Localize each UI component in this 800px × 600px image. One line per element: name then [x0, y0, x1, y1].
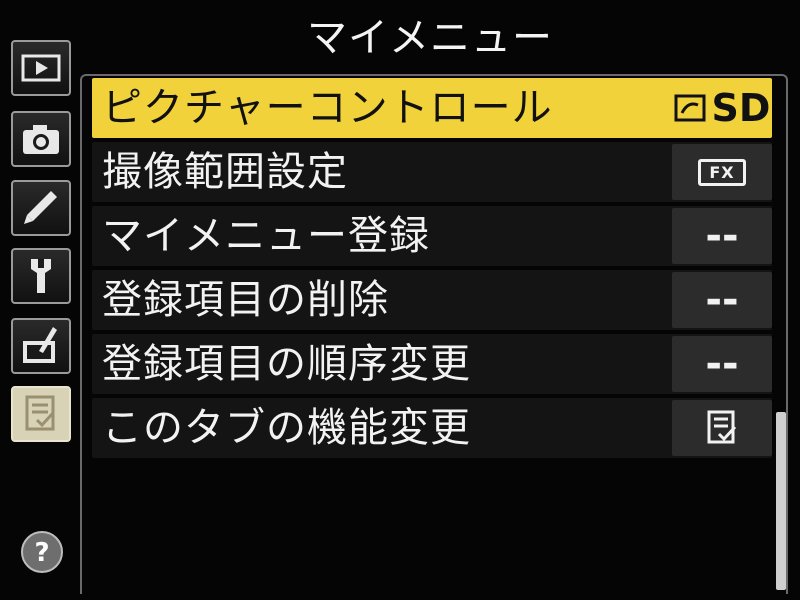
menu-item-rank-items[interactable]: 登録項目の順序変更 --: [92, 334, 772, 394]
help-button[interactable]: ?: [18, 528, 66, 576]
menu-item-value: FX: [672, 144, 772, 200]
my-menu-icon: [707, 410, 737, 444]
picture-control-icon: [674, 94, 706, 122]
camera-icon: [23, 125, 59, 154]
menu-item-label: 登録項目の順序変更: [102, 341, 471, 387]
menu-item-label: このタブの機能変更: [102, 405, 471, 451]
tab-playback[interactable]: [11, 40, 71, 96]
playback-icon: [21, 54, 61, 82]
menu-item-add-items[interactable]: マイメニュー登録 --: [92, 206, 772, 266]
tab-retouch[interactable]: [11, 318, 71, 374]
menu-item-remove-items[interactable]: 登録項目の削除 --: [92, 270, 772, 330]
retouch-icon: [23, 327, 57, 363]
my-menu-icon: [25, 395, 55, 431]
menu-item-value: --: [672, 336, 772, 392]
menu-item-label: ピクチャーコントロール: [102, 85, 553, 131]
tab-setup[interactable]: [11, 248, 71, 304]
pencil-icon: [24, 191, 57, 224]
wrench-icon: [31, 259, 51, 293]
menu-item-label: マイメニュー登録: [102, 213, 430, 259]
menu-item-label: 登録項目の削除: [102, 277, 389, 323]
scrollbar[interactable]: [776, 412, 786, 590]
tab-shooting[interactable]: [11, 111, 71, 167]
tab-custom-settings[interactable]: [11, 180, 71, 236]
menu-list: ピクチャーコントロール SD 撮像範囲設定 FX マイメニュー登録 -- 登録項…: [92, 78, 772, 462]
menu-item-image-area[interactable]: 撮像範囲設定 FX: [92, 142, 772, 202]
menu-item-value: [672, 400, 772, 456]
menu-item-value: --: [672, 208, 772, 264]
menu-item-choose-tab[interactable]: このタブの機能変更: [92, 398, 772, 458]
tab-my-menu[interactable]: [11, 386, 71, 442]
menu-item-label: 撮像範囲設定: [102, 149, 348, 195]
menu-item-picture-control[interactable]: ピクチャーコントロール SD: [92, 78, 772, 138]
svg-text:?: ?: [34, 538, 49, 568]
menu-item-value: --: [672, 272, 772, 328]
sidebar: ?: [0, 0, 80, 600]
page-title: マイメニュー: [307, 15, 553, 61]
fx-badge: FX: [698, 158, 746, 186]
help-icon: ?: [21, 531, 63, 573]
menu-item-value: SD: [672, 80, 772, 136]
